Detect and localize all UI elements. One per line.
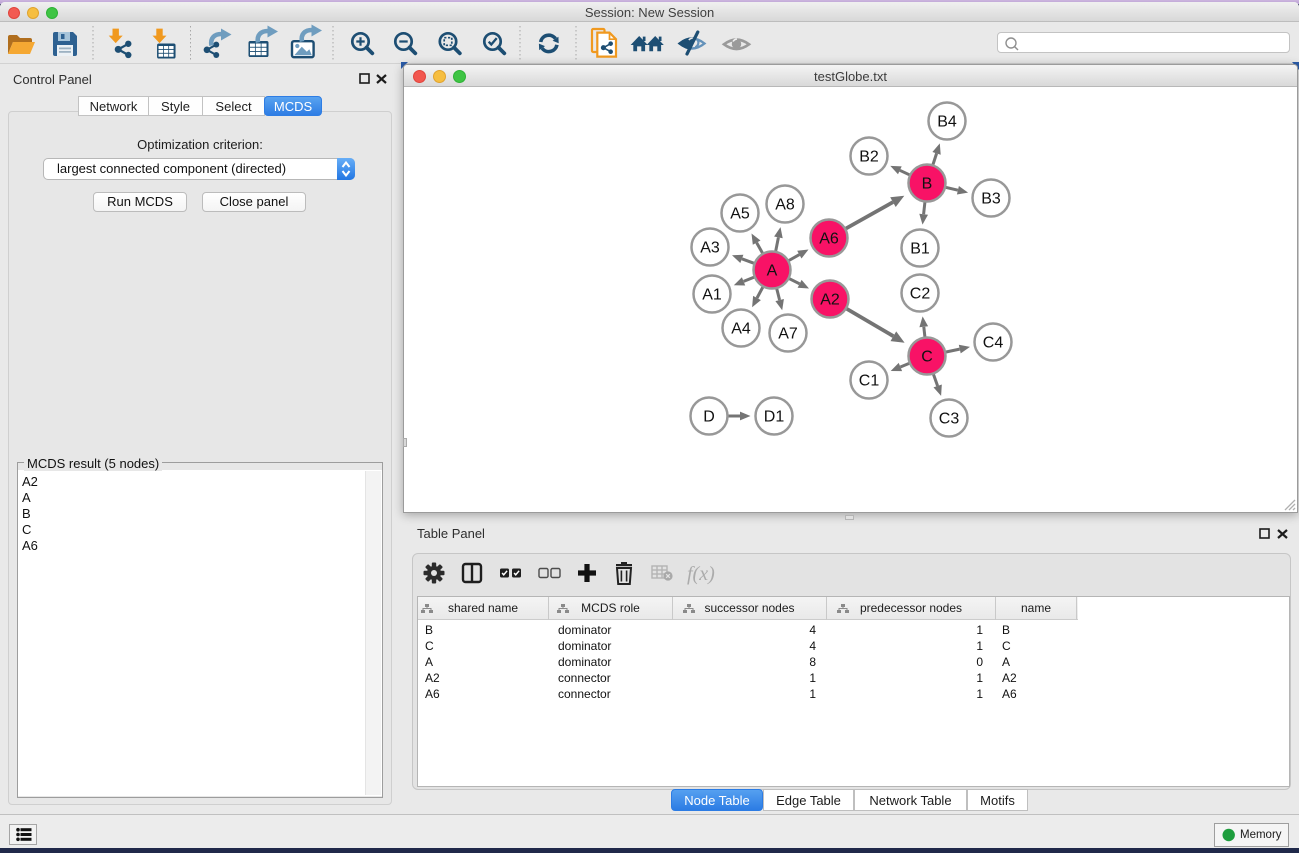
svg-text:A4: A4 [731, 321, 751, 338]
svg-text:B: B [922, 176, 933, 193]
svg-text:C4: C4 [983, 335, 1004, 352]
svg-text:B1: B1 [910, 241, 930, 258]
svg-text:D: D [703, 409, 715, 426]
svg-text:C3: C3 [939, 411, 960, 428]
svg-text:B2: B2 [859, 149, 879, 166]
svg-text:A8: A8 [775, 197, 795, 214]
svg-text:B4: B4 [937, 114, 957, 131]
svg-text:A7: A7 [778, 326, 798, 343]
svg-text:D1: D1 [764, 409, 785, 426]
svg-text:f(x): f(x) [687, 563, 715, 585]
svg-text:A6: A6 [819, 231, 839, 248]
svg-text:C2: C2 [910, 286, 931, 303]
svg-text:A: A [767, 263, 778, 280]
svg-text:A2: A2 [820, 292, 840, 309]
svg-text:A5: A5 [730, 206, 750, 223]
svg-text:C: C [921, 349, 933, 366]
svg-text:A3: A3 [700, 240, 720, 257]
svg-text:A1: A1 [702, 287, 722, 304]
svg-text:C1: C1 [859, 373, 880, 390]
svg-text:B3: B3 [981, 191, 1001, 208]
